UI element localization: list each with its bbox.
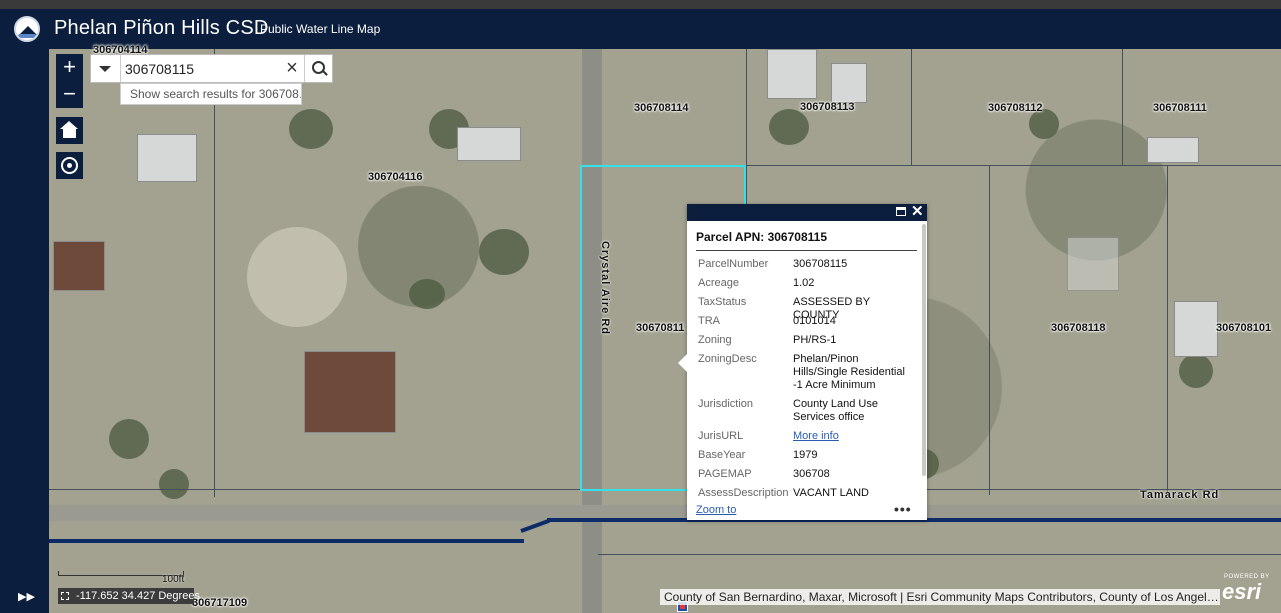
map-attribution: County of San Bernardino, Maxar, Microso… <box>660 589 1220 605</box>
top-strip <box>0 0 1281 9</box>
tree <box>479 229 529 275</box>
tree <box>1179 354 1213 388</box>
parcel-label: 306708101 <box>1216 322 1272 334</box>
parcel-line <box>598 554 1281 555</box>
field-key: ParcelNumber <box>698 258 769 270</box>
field-key: Jurisdiction <box>698 398 754 410</box>
parcel-line <box>214 49 215 497</box>
street-label-crystal-aire: Crystal Aire Rd <box>599 240 612 336</box>
coordinate-icon <box>61 592 69 600</box>
expand-icon[interactable]: ▶▶ <box>18 590 35 603</box>
locate-icon[interactable] <box>56 152 83 179</box>
coordinate-text: -117.652 34.427 Degrees <box>76 590 200 602</box>
parcel-label: 306708118 <box>1051 322 1106 334</box>
parcel-label: 306708113 <box>800 101 855 113</box>
field-value: VACANT LAND <box>793 487 870 499</box>
building <box>457 127 521 161</box>
app-title: Phelan Piñon Hills CSD <box>54 17 269 39</box>
zoom-in-icon[interactable]: + <box>56 54 83 81</box>
water-line[interactable] <box>49 539 524 543</box>
tree <box>159 469 189 499</box>
parcel-line <box>1122 49 1123 165</box>
field-key: PAGEMAP <box>698 468 752 480</box>
field-value: 1.02 <box>793 277 815 289</box>
more-actions-button[interactable]: ••• <box>894 501 912 517</box>
parcel-label: 306704116 <box>368 171 423 183</box>
parcel-label: 30670811 <box>636 322 685 334</box>
zoom-to-link[interactable]: Zoom to <box>696 504 736 516</box>
field-value: Phelan/Pinon Hills/Single Residential -1… <box>793 353 905 391</box>
popup-header: ✕ <box>687 203 927 221</box>
popup-scrollbar[interactable] <box>922 224 926 476</box>
parcel-label: 306708111 <box>1153 102 1207 114</box>
scale-label: 100ft <box>162 574 185 585</box>
field-value: 306708115 <box>793 258 848 270</box>
search-icon[interactable] <box>304 55 333 82</box>
field-key: AssessDescription <box>698 487 789 499</box>
field-key: ZoningDesc <box>698 353 757 365</box>
popup-title: Parcel APN: 306708115 <box>696 230 917 251</box>
coordinate-readout[interactable]: -117.652 34.427 Degrees <box>58 588 200 604</box>
parcel-label: 306708112 <box>988 102 1043 114</box>
dirt-clearing <box>247 227 347 327</box>
field-value: PH/RS-1 <box>793 334 837 346</box>
parcel-line <box>989 165 990 495</box>
building <box>831 63 867 103</box>
more-info-link[interactable]: More info <box>793 430 913 443</box>
building <box>304 351 396 433</box>
field-value: 306708 <box>793 468 830 480</box>
field-value: 1979 <box>793 449 818 461</box>
parcel-popup: ✕ Parcel APN: 306708115 ParcelNumber 306… <box>678 203 927 520</box>
close-icon[interactable]: × <box>281 57 303 79</box>
zoom-out-icon[interactable]: − <box>56 81 83 108</box>
structure-outline <box>1067 237 1119 291</box>
parcel-label: 306717109 <box>192 597 248 609</box>
building <box>1174 301 1218 357</box>
field-key: Zoning <box>698 334 732 346</box>
popup-pointer <box>678 354 687 372</box>
field-key: JurisURL <box>698 430 744 442</box>
search-suggestion[interactable]: Show search results for 306708… <box>120 83 302 105</box>
building <box>53 241 105 291</box>
field-key: TRA <box>698 315 720 327</box>
field-value: 0101014 <box>793 315 836 327</box>
maximize-icon[interactable] <box>896 207 906 216</box>
parcel-line <box>911 49 912 165</box>
left-sidebar-collapsed <box>0 49 49 613</box>
street-label-tamarack: Tamarack Rd <box>1140 489 1220 501</box>
app-subtitle: Public Water Line Map <box>260 22 381 36</box>
close-icon[interactable]: ✕ <box>911 203 924 220</box>
building <box>137 134 197 182</box>
field-value: County Land Use Services office <box>793 398 878 423</box>
zoom-controls: + − <box>56 54 83 108</box>
home-icon[interactable] <box>56 117 83 144</box>
tree <box>289 109 333 149</box>
search-input[interactable] <box>125 59 275 78</box>
building <box>767 49 817 99</box>
field-key: Acreage <box>698 277 739 289</box>
field-key: BaseYear <box>698 449 746 461</box>
esri-logo: POWERED BY esri <box>1222 574 1270 604</box>
parcel-label: 306708114 <box>634 102 689 114</box>
tree <box>409 279 445 309</box>
tree <box>769 109 809 145</box>
chevron-down-icon[interactable] <box>91 55 121 82</box>
search-widget: × <box>90 54 333 83</box>
field-key: TaxStatus <box>698 296 747 308</box>
building <box>1147 137 1199 163</box>
tree <box>109 419 149 459</box>
parcel-line <box>1167 165 1168 495</box>
logo-icon <box>14 16 40 42</box>
app-header: Phelan Piñon Hills CSD Public Water Line… <box>0 9 1281 49</box>
